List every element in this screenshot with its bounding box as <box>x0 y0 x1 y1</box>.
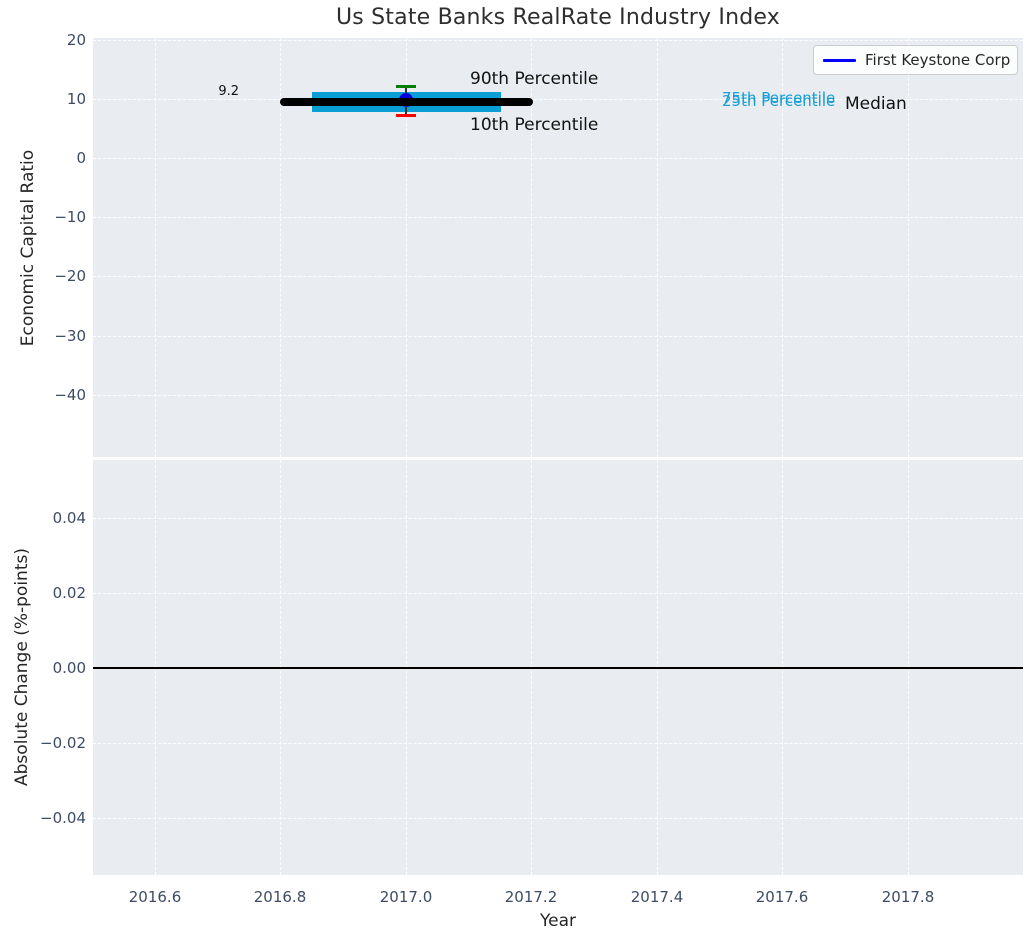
p25-label: 25th Percentile <box>722 92 835 110</box>
legend-label: First Keystone Corp <box>865 51 1010 69</box>
xtick: 2017.0 <box>373 888 439 906</box>
xtick: 2016.8 <box>247 888 313 906</box>
bottom-plot-area <box>93 460 1023 875</box>
chart-title: Us State Banks RealRate Industry Index <box>93 5 1023 30</box>
ytick-top: 0 <box>34 149 86 167</box>
ytick-bottom: 0.04 <box>34 509 86 527</box>
ytick-top: −10 <box>34 208 86 226</box>
gridline-horizontal <box>93 593 1023 594</box>
ytick-top: −40 <box>34 386 86 404</box>
median-value-annotation: 9.2 <box>201 84 239 99</box>
bottom-ylabel: Absolute Change (%-points) <box>12 517 32 817</box>
gridline-horizontal <box>93 40 1023 41</box>
gridline-horizontal <box>93 336 1023 337</box>
gridline-horizontal <box>93 743 1023 744</box>
zero-reference-line <box>93 667 1023 669</box>
ytick-bottom: 0.00 <box>34 659 86 677</box>
ytick-bottom: −0.04 <box>34 809 86 827</box>
gridline-horizontal <box>93 158 1023 159</box>
xtick: 2017.8 <box>875 888 941 906</box>
gridline-horizontal <box>93 395 1023 396</box>
median-line <box>280 98 533 106</box>
top-ylabel: Economic Capital Ratio <box>18 98 38 398</box>
xtick: 2017.2 <box>498 888 564 906</box>
xtick: 2017.4 <box>624 888 690 906</box>
gridline-horizontal <box>93 276 1023 277</box>
legend: First Keystone Corp <box>813 45 1018 75</box>
gridline-horizontal <box>93 818 1023 819</box>
median-label: Median <box>845 94 907 114</box>
p10-cap <box>396 114 416 117</box>
p10-label: 10th Percentile <box>470 115 598 135</box>
xtick: 2016.6 <box>122 888 188 906</box>
gridline-horizontal <box>93 518 1023 519</box>
ytick-top: −30 <box>34 327 86 345</box>
ytick-bottom: 0.02 <box>34 584 86 602</box>
ytick-bottom: −0.02 <box>34 734 86 752</box>
legend-line-swatch <box>823 59 856 62</box>
top-plot-area: 9.2 90th Percentile 10th Percentile 75th… <box>93 38 1023 457</box>
ytick-top: 20 <box>34 31 86 49</box>
ytick-top: 10 <box>34 90 86 108</box>
p90-cap <box>396 85 416 88</box>
xtick: 2017.6 <box>749 888 815 906</box>
p90-label: 90th Percentile <box>470 69 598 89</box>
xlabel: Year <box>508 911 608 931</box>
ytick-top: −20 <box>34 267 86 285</box>
figure: Us State Banks RealRate Industry Index 9… <box>0 0 1034 942</box>
gridline-horizontal <box>93 217 1023 218</box>
